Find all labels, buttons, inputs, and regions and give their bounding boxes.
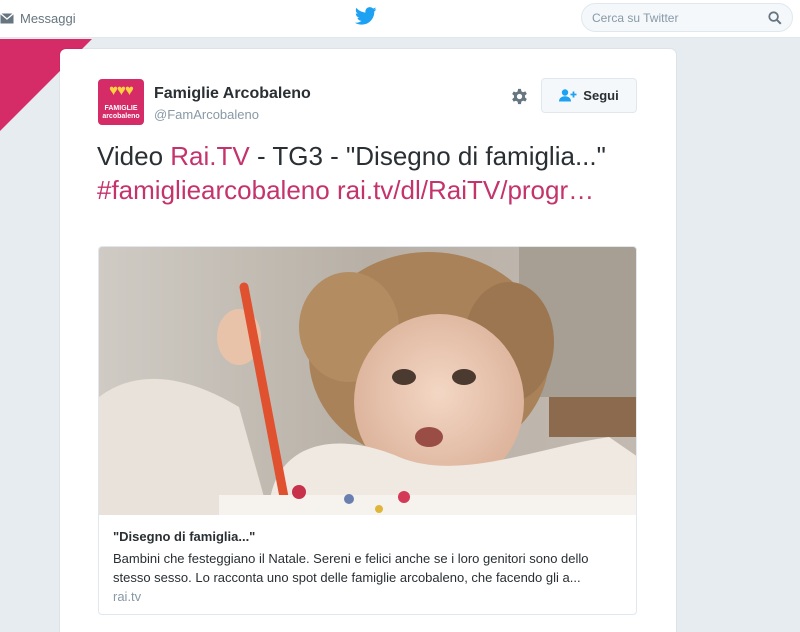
author-handle[interactable]: @FamArcobaleno <box>154 107 259 122</box>
twitter-bird-icon[interactable] <box>355 7 377 25</box>
avatar-text-line2: arcobaleno <box>102 113 140 120</box>
card-description: Bambini che festeggiano il Natale. Seren… <box>113 551 589 585</box>
gear-icon[interactable] <box>510 87 529 106</box>
follow-button[interactable]: Segui <box>541 78 637 113</box>
tweet-text: Video Rai.TV - TG3 - "Disegno di famigli… <box>97 139 637 207</box>
author-name[interactable]: Famiglie Arcobaleno <box>154 85 311 103</box>
follow-label: Segui <box>583 88 619 103</box>
child-drawing-photo <box>99 247 636 515</box>
hearts-logo-icon: ♥♥♥ <box>109 82 134 99</box>
tweet-url-link[interactable]: rai.tv/dl/RaiTV/progr… <box>337 175 594 205</box>
search-icon[interactable] <box>768 11 782 25</box>
avatar-text-line1: FAMIGLIE <box>104 105 138 112</box>
messages-link[interactable]: Messaggi <box>0 9 76 27</box>
messages-label: Messaggi <box>20 10 76 26</box>
link-preview-card[interactable]: "Disegno di famiglia..." Bambini che fes… <box>98 246 637 615</box>
card-domain: rai.tv <box>113 589 142 604</box>
tweet-link-raitv[interactable]: Rai.TV <box>170 141 249 171</box>
tweet-hashtag[interactable]: #famigliearcobaleno <box>97 175 330 205</box>
top-navigation-bar: Messaggi <box>0 0 800 38</box>
envelope-icon <box>0 12 14 23</box>
avatar[interactable]: ♥♥♥ FAMIGLIE arcobaleno <box>98 79 144 125</box>
add-user-icon <box>559 89 577 102</box>
card-title: "Disegno di famiglia..." <box>113 529 256 544</box>
tweet-card: ♥♥♥ FAMIGLIE arcobaleno Famiglie Arcobal… <box>60 49 676 632</box>
tweet-text-separator <box>330 175 337 205</box>
tweet-text-middle: - TG3 - "Disegno di famiglia..." <box>249 141 606 171</box>
tweet-text-prefix: Video <box>97 141 171 171</box>
search-box[interactable] <box>581 3 793 32</box>
search-input[interactable] <box>592 10 762 26</box>
